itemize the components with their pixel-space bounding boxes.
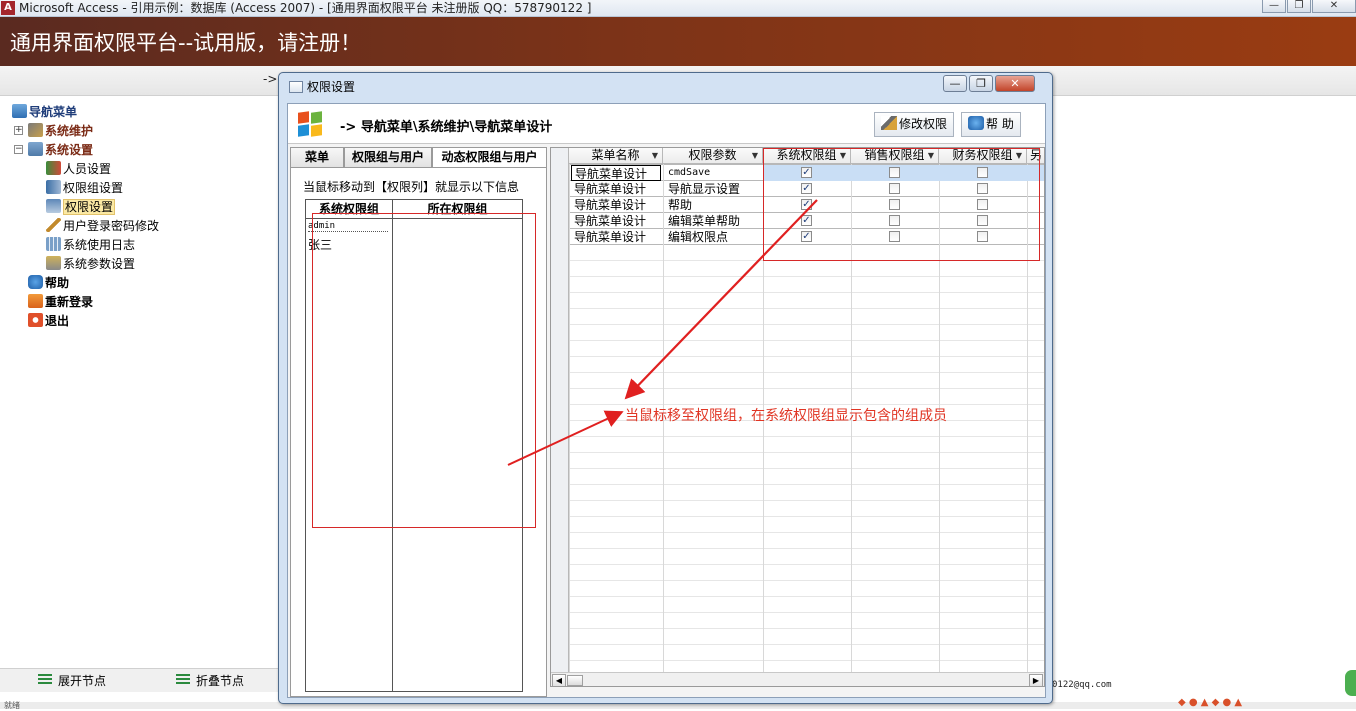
scroll-thumb[interactable] (567, 675, 583, 686)
form-icon (289, 81, 303, 93)
relogin-icon (28, 294, 43, 308)
scroll-left-button[interactable]: ◀ (552, 674, 566, 686)
permission-icon (46, 199, 61, 213)
band-arrow: -> (263, 72, 278, 86)
exit-icon (28, 313, 43, 327)
scroll-right-button[interactable]: ▶ (1029, 674, 1043, 686)
tree-node-help[interactable]: 帮助 (28, 274, 69, 292)
dialog-minimize-button[interactable]: — (943, 75, 967, 92)
tree-node-personnel[interactable]: 人员设置 (46, 160, 111, 178)
dialog-title: 权限设置 (307, 80, 356, 94)
database-icon (12, 104, 27, 118)
dialog-title-area: 权限设置 (289, 78, 355, 95)
expand-list-icon (38, 674, 52, 686)
tree-node-relogin[interactable]: 重新登录 (28, 293, 93, 311)
grid-cell-param[interactable]: 编辑权限点 (665, 229, 761, 245)
params-icon (46, 256, 61, 270)
expand-toggle-maintenance[interactable]: + (14, 126, 23, 135)
window-title: Microsoft Access - 引用示例：数据库 (Access 2007… (19, 1, 592, 15)
users-icon (46, 161, 61, 175)
tree-node-parameters[interactable]: 系统参数设置 (46, 255, 135, 273)
dialog-body: -> 导航菜单\系统维护\导航菜单设计 修改权限 帮 助 菜单 权限组与用户 动… (287, 103, 1046, 698)
windows-logo-icon (298, 111, 324, 138)
grid-cell-menu-name[interactable]: 导航菜单设计 (571, 229, 661, 245)
grid-cell-param[interactable]: 导航显示设置 (665, 181, 761, 197)
highlight-box-members (312, 213, 536, 528)
grid-cell-menu-name[interactable]: 导航菜单设计 (571, 165, 661, 181)
expand-nodes-button[interactable]: 展开节点 (38, 672, 106, 690)
dialog-header: -> 导航菜单\系统维护\导航菜单设计 修改权限 帮 助 (288, 104, 1045, 144)
tree-node-permission-settings[interactable]: 权限设置 (46, 198, 116, 216)
annotation-text: 当鼠标移至权限组，在系统权限组显示包含的组成员 (625, 408, 947, 424)
status-text: 就绪 (4, 701, 20, 710)
dialog-close-button[interactable]: ✕ (995, 75, 1035, 92)
tree-node-exit[interactable]: 退出 (28, 312, 69, 330)
grid-cell-menu-name[interactable]: 导航菜单设计 (571, 181, 661, 197)
grid-column-header[interactable]: 权限参数 ▼ (663, 148, 763, 164)
info-note: 当鼠标移动到【权限列】就显示以下信息 (303, 180, 520, 194)
edit-pencil-icon (881, 116, 897, 130)
banner-title: 通用界面权限平台--试用版，请注册！ (10, 31, 362, 55)
tab-group-users[interactable]: 权限组与用户 (344, 147, 432, 167)
row-selector-column[interactable] (551, 148, 569, 672)
access-app-icon: A (1, 1, 15, 15)
tree-node-password-change[interactable]: 用户登录密码修改 (46, 217, 159, 235)
status-email: 0122@qq.com (1052, 680, 1112, 690)
tree-actions-bar: 展开节点 折叠节点 (0, 668, 278, 692)
dropdown-arrow-icon[interactable]: ▼ (752, 148, 758, 163)
side-widget-icon[interactable] (1345, 670, 1356, 696)
grid-cell-param[interactable]: 帮助 (665, 197, 761, 213)
collapse-list-icon (176, 674, 190, 686)
grid-cell-menu-name[interactable]: 导航菜单设计 (571, 197, 661, 213)
column-header-label: 权限参数 (688, 148, 737, 162)
nav-root[interactable]: 导航菜单 (12, 103, 77, 121)
help-icon (28, 275, 43, 289)
tab-menu[interactable]: 菜单 (290, 147, 344, 167)
grid-cell-param[interactable]: 编辑菜单帮助 (665, 213, 761, 229)
group-icon (46, 180, 61, 194)
log-icon (46, 237, 61, 251)
modify-permission-button[interactable]: 修改权限 (874, 112, 955, 137)
tree-node-maintenance[interactable]: 系统维护 (28, 122, 93, 140)
help-button[interactable]: 帮 助 (961, 112, 1021, 137)
taskbar-overlay-icons: ◆ ● ▲ ◆ ● ▲ (1178, 697, 1243, 708)
permission-settings-dialog: 权限设置 — ❐ ✕ -> 导航菜单\系统维护\导航菜单设计 修改权限 帮 助 … (278, 72, 1053, 704)
highlight-box-grid (763, 148, 1040, 261)
help-icon (968, 116, 984, 130)
dialog-restore-button[interactable]: ❐ (969, 75, 993, 92)
settings-folder-icon (28, 142, 43, 156)
minimize-button[interactable]: — (1262, 0, 1286, 13)
grid-cell-param[interactable]: cmdSave (665, 165, 761, 181)
collapse-nodes-button[interactable]: 折叠节点 (176, 672, 244, 690)
dropdown-arrow-icon[interactable]: ▼ (652, 148, 658, 163)
grid-cell-menu-name[interactable]: 导航菜单设计 (571, 213, 661, 229)
tree-node-group-settings[interactable]: 权限组设置 (46, 179, 123, 197)
pencil-icon (46, 218, 61, 232)
grid-column-header[interactable]: 菜单名称 ▼ (569, 148, 663, 164)
tools-icon (28, 123, 43, 137)
collapse-toggle-settings[interactable]: − (14, 145, 23, 154)
restore-button[interactable]: ❐ (1287, 0, 1311, 13)
breadcrumb: -> 导航菜单\系统维护\导航菜单设计 (340, 120, 553, 135)
window-title-bar: A Microsoft Access - 引用示例：数据库 (Access 20… (0, 0, 1356, 17)
tab-strip: 菜单 权限组与用户 动态权限组与用户 (290, 147, 547, 168)
column-header-label: 菜单名称 (591, 148, 640, 162)
close-button[interactable]: ✕ (1312, 0, 1356, 13)
horizontal-scrollbar[interactable]: ◀ ▶ (551, 672, 1044, 686)
app-banner: 通用界面权限平台--试用版，请注册！ (0, 17, 1356, 66)
tab-dynamic-group-users[interactable]: 动态权限组与用户 (432, 147, 547, 168)
tree-node-settings[interactable]: 系统设置 (28, 141, 93, 159)
tree-node-usage-log[interactable]: 系统使用日志 (46, 236, 135, 254)
